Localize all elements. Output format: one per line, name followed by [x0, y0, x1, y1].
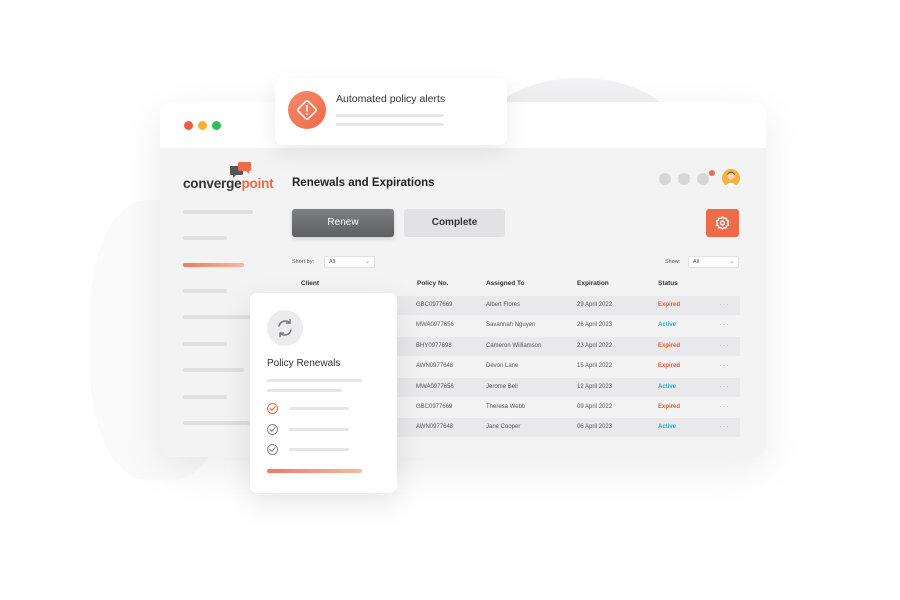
column-header-expiration[interactable]: Expiration [577, 280, 609, 287]
logo-text-part2: point [241, 176, 274, 191]
expiration-date: 12 April 2023 [577, 384, 613, 390]
app-logo[interactable]: convergepoint [183, 176, 274, 191]
renew-button[interactable]: Renew [292, 209, 394, 237]
sidebar-item[interactable] [183, 236, 227, 240]
assigned-to: Savannah Nguyen [486, 322, 536, 328]
row-menu-icon[interactable]: ··· [719, 341, 730, 350]
placeholder-line [267, 389, 342, 392]
policy-alerts-card[interactable]: Automated policy alerts [275, 78, 507, 145]
stage: convergepoint Renewals and Expirations R… [0, 0, 900, 600]
sidebar-item[interactable] [183, 210, 253, 214]
notification-icon[interactable] [697, 173, 709, 185]
assigned-to: Theresa Webb [486, 404, 526, 410]
assigned-to: Albert Flores [486, 302, 521, 308]
policy-number: AWN0977648 [416, 363, 454, 369]
expiration-date: 09 April 2022 [577, 404, 613, 410]
sort-label: Short by: [292, 259, 315, 265]
status-badge: Expired [658, 404, 681, 410]
row-menu-icon[interactable]: ··· [719, 382, 730, 391]
sidebar-item[interactable] [183, 289, 227, 293]
column-header-policy[interactable]: Policy No. [417, 280, 448, 287]
expiration-date: 15 April 2022 [577, 363, 613, 369]
placeholder-line [289, 448, 349, 451]
row-menu-icon[interactable]: ··· [719, 300, 730, 309]
show-select-value: All [693, 259, 700, 265]
sidebar-item[interactable] [183, 421, 253, 425]
checkmark-icon [269, 447, 276, 452]
gear-icon [715, 216, 730, 230]
renewals-progress-bar [267, 469, 362, 473]
header-icon[interactable] [659, 173, 671, 185]
checkmark-icon [269, 406, 276, 411]
row-menu-icon[interactable]: ··· [719, 402, 730, 411]
status-badge: Expired [658, 302, 681, 308]
placeholder-line [336, 123, 444, 126]
close-window-dot[interactable] [184, 121, 193, 130]
check-circle-icon[interactable] [267, 444, 278, 455]
placeholder-line [336, 114, 444, 117]
expiration-date: 23 April 2022 [577, 343, 613, 349]
policy-number: AWN0977648 [416, 424, 454, 430]
status-badge: Active [658, 384, 677, 390]
alert-diamond-icon [297, 100, 317, 120]
notification-badge [709, 170, 715, 176]
policy-renewals-card[interactable]: Policy Renewals [250, 293, 397, 493]
assigned-to: Jerome Bell [486, 384, 518, 390]
status-badge: Active [658, 424, 677, 430]
column-header-status[interactable]: Status [658, 280, 678, 287]
check-circle-icon[interactable] [267, 403, 278, 414]
status-badge: Expired [658, 343, 681, 349]
assigned-to: Cameron Williamson [486, 343, 542, 349]
check-circle-icon[interactable] [267, 424, 278, 435]
chevron-down-icon: ⌄ [364, 259, 370, 265]
page-title: Renewals and Expirations [292, 177, 435, 189]
placeholder-line [267, 379, 362, 382]
column-header-assigned[interactable]: Assigned To [486, 280, 525, 287]
assigned-to: Jane Cooper [486, 424, 521, 430]
complete-button[interactable]: Complete [404, 209, 505, 237]
sidebar-item[interactable] [183, 315, 253, 319]
expiration-date: 26 April 2023 [577, 322, 613, 328]
row-menu-icon[interactable]: ··· [719, 320, 730, 329]
sidebar-item[interactable] [183, 368, 244, 372]
refresh-icon [278, 318, 292, 338]
status-badge: Expired [658, 363, 681, 369]
policy-number: MWA0977656 [416, 384, 454, 390]
status-badge: Active [658, 322, 677, 328]
policy-number: GBC0977669 [416, 404, 453, 410]
user-avatar-icon [724, 171, 738, 187]
expiration-date: 29 April 2022 [577, 302, 613, 308]
checkmark-icon [269, 427, 276, 432]
sidebar-item[interactable] [183, 342, 227, 346]
header-icon[interactable] [678, 173, 690, 185]
avatar[interactable] [722, 169, 740, 187]
assigned-to: Devon Lane [486, 363, 519, 369]
logo-text-part1: converge [183, 176, 242, 191]
sort-select[interactable]: All ⌄ [324, 256, 375, 268]
chevron-down-icon: ⌄ [728, 259, 734, 265]
sidebar-item[interactable] [183, 395, 227, 399]
row-menu-icon[interactable]: ··· [719, 361, 730, 370]
policy-number: GBC0977669 [416, 302, 453, 308]
sort-select-value: All [329, 259, 336, 265]
renewals-card-title: Policy Renewals [267, 358, 341, 369]
policy-number: BHY0977698 [416, 343, 452, 349]
sidebar-item-active[interactable] [183, 263, 244, 267]
alert-card-title: Automated policy alerts [336, 93, 446, 105]
settings-button[interactable] [706, 209, 739, 237]
renew-icon-badge [267, 310, 303, 346]
placeholder-line [289, 407, 349, 410]
show-label: Show: [665, 259, 681, 265]
column-header-client[interactable]: Client [301, 280, 319, 287]
show-select[interactable]: All ⌄ [688, 256, 739, 268]
placeholder-line [289, 428, 349, 431]
maximize-window-dot[interactable] [212, 121, 221, 130]
row-menu-icon[interactable]: ··· [719, 422, 730, 431]
alert-icon-badge [288, 91, 326, 129]
expiration-date: 06 April 2023 [577, 424, 613, 430]
minimize-window-dot[interactable] [198, 121, 207, 130]
policy-number: MWA0977656 [416, 322, 454, 328]
